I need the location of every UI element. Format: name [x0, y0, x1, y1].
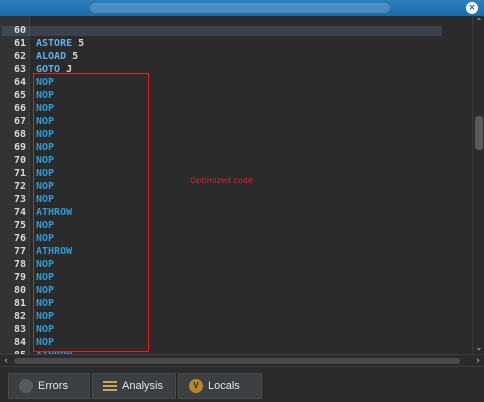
- window-title-blurred: [90, 3, 390, 13]
- analysis-lines-icon: [103, 379, 117, 393]
- scroll-down-icon[interactable]: ⌄: [473, 342, 484, 354]
- tab-errors[interactable]: Errors: [8, 373, 90, 399]
- line-number: 69: [13, 142, 26, 153]
- line-number: 71: [13, 168, 26, 179]
- code-line[interactable]: 61 ASTORE 5: [0, 37, 472, 50]
- instruction: ASTORE 5: [36, 37, 84, 50]
- code-line[interactable]: 60: [0, 24, 472, 37]
- line-number: 74: [13, 207, 26, 218]
- bottom-tab-bar: Errors Analysis V Locals: [0, 366, 484, 402]
- horizontal-scrollbar[interactable]: ‹ ›: [0, 354, 484, 366]
- line-number: 60: [13, 25, 26, 36]
- close-icon[interactable]: ×: [466, 2, 478, 14]
- line-number: 61: [13, 38, 26, 49]
- line-number: 77: [13, 246, 26, 257]
- operand: 5: [72, 51, 79, 62]
- line-number: 79: [13, 272, 26, 283]
- opcode: ASTORE: [36, 38, 73, 49]
- locals-v-icon: V: [189, 379, 203, 393]
- line-number: 80: [13, 285, 26, 296]
- line-number: 65: [13, 90, 26, 101]
- tab-locals-label: Locals: [208, 380, 240, 392]
- tab-analysis[interactable]: Analysis: [92, 373, 176, 399]
- line-number: 78: [13, 259, 26, 270]
- line-number: 83: [13, 324, 26, 335]
- line-number: 70: [13, 155, 26, 166]
- line-number: 68: [13, 129, 26, 140]
- line-number: 62: [13, 51, 26, 62]
- optimized-code-annotation: Optimized code: [190, 176, 253, 185]
- code-line[interactable]: 62 ALOAD 5: [0, 50, 472, 63]
- line-number: 67: [13, 116, 26, 127]
- horizontal-scroll-thumb[interactable]: [14, 358, 460, 364]
- opcode: ALOAD: [36, 51, 67, 62]
- line-number: 72: [13, 181, 26, 192]
- line-number: 75: [13, 220, 26, 231]
- line-number: 82: [13, 311, 26, 322]
- tab-locals[interactable]: V Locals: [178, 373, 262, 399]
- line-number: 84: [13, 337, 26, 348]
- tab-errors-label: Errors: [38, 380, 68, 392]
- line-number: 66: [13, 103, 26, 114]
- line-number: 63: [13, 64, 26, 75]
- line-number: 76: [13, 233, 26, 244]
- tab-analysis-label: Analysis: [122, 380, 163, 392]
- operand: 5: [78, 38, 85, 49]
- line-number: 73: [13, 194, 26, 205]
- line-number: 81: [13, 298, 26, 309]
- vertical-scroll-thumb[interactable]: [475, 116, 483, 150]
- error-circle-icon: [19, 379, 33, 393]
- instruction: ALOAD 5: [36, 50, 78, 63]
- window-titlebar: ×: [0, 0, 484, 16]
- optimized-code-highlight: [33, 73, 149, 352]
- line-number: 64: [13, 77, 26, 88]
- scroll-up-icon[interactable]: ⌃: [473, 16, 484, 28]
- vertical-scrollbar[interactable]: ⌃ ⌄: [472, 16, 484, 354]
